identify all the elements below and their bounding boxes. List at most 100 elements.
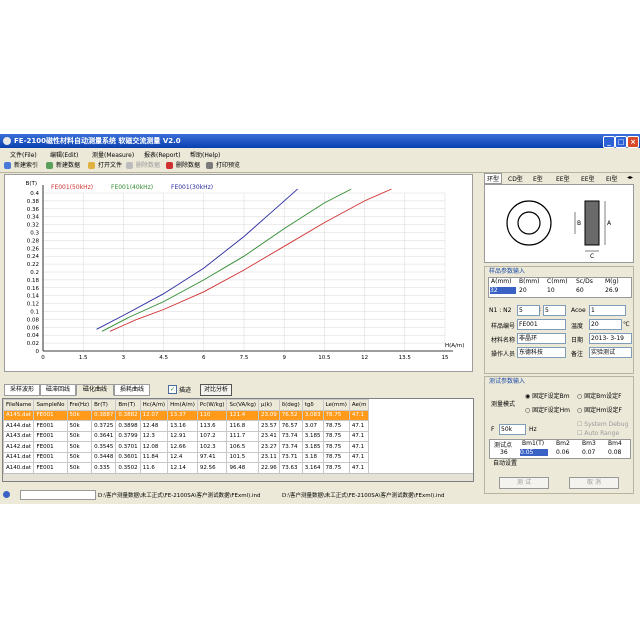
- table-row[interactable]: A144.dat FE001 50k 0.3725 0.3898 12.48 13.16 11…: [3, 420, 370, 432]
- tab-ring[interactable]: 环型: [484, 173, 503, 184]
- minimize-button[interactable]: _: [603, 136, 615, 148]
- dim-value-b[interactable]: 20: [519, 287, 527, 294]
- tab-magnetization-curve[interactable]: 磁化曲线: [76, 384, 114, 396]
- column-header[interactable]: Br(T): [91, 399, 117, 411]
- temp-input[interactable]: 20: [589, 319, 622, 330]
- column-header[interactable]: Hm(A/m): [167, 399, 198, 411]
- table-row[interactable]: A140.dat FE001 50k 0.335 0.3502 11.6 12.14 92.5…: [3, 462, 370, 474]
- cancel-button[interactable]: 取 消: [569, 477, 619, 489]
- mode-radio-hmf[interactable]: ○ 固定Hm设定F: [577, 405, 622, 414]
- table-cell: 47.1: [348, 420, 370, 432]
- bm4-value[interactable]: 0.08: [608, 449, 621, 456]
- tab-ee-2[interactable]: EE型: [581, 174, 595, 183]
- app-window: FE-2100磁性材料自动测量系统 软磁交流测量 V2.0 _ □ × 文件(F…: [0, 134, 640, 504]
- table-cell: 23.11: [257, 451, 280, 463]
- tab-cd[interactable]: CD型: [508, 174, 523, 183]
- dim-value-sc[interactable]: 60: [576, 287, 584, 294]
- acoe-input[interactable]: 1: [589, 305, 626, 316]
- table-cell: 0.3701: [115, 441, 141, 453]
- column-header[interactable]: Hc(A/m): [139, 399, 169, 411]
- menu-edit[interactable]: 编辑(Edit): [50, 150, 78, 159]
- dim-header-c: C(mm): [547, 278, 568, 285]
- dim-value-a[interactable]: 32: [490, 287, 516, 294]
- sample-params-title: 样品参数输入: [489, 268, 526, 275]
- compare-analysis-button[interactable]: 对比分析: [200, 384, 232, 396]
- bm3-header: Bm3: [582, 440, 596, 447]
- menu-help[interactable]: 帮助(Help): [190, 150, 220, 159]
- table-row[interactable]: A143.dat FE001 50k 0.3641 0.3799 12.3 12.91 107…: [3, 430, 370, 442]
- table-cell: 47.1: [348, 462, 370, 474]
- column-header[interactable]: SampleNo: [33, 399, 68, 411]
- tab-loss-curve[interactable]: 损耗曲线: [114, 384, 150, 396]
- table-cell: 76.52: [278, 409, 303, 421]
- column-header[interactable]: Le(mm): [322, 399, 350, 411]
- table-row[interactable]: A141.dat FE001 50k 0.3448 0.3601 11.84 12.4 97.…: [3, 451, 370, 463]
- bm2-value[interactable]: 0.06: [556, 449, 569, 456]
- open-file-label: 打开文件: [98, 162, 123, 169]
- menu-report[interactable]: 报表(Report): [144, 150, 181, 159]
- table-cell: A144.dat: [3, 420, 35, 432]
- maximize-button[interactable]: □: [615, 136, 627, 148]
- table-cell: 78.75: [322, 430, 350, 442]
- column-header[interactable]: μ(k): [257, 399, 280, 411]
- dim-value-m[interactable]: 26.9: [605, 287, 618, 294]
- tab-ee-1[interactable]: EE型: [556, 174, 570, 183]
- material-input[interactable]: 非晶环: [517, 333, 566, 344]
- mode-radio-fbm[interactable]: ◉ 固定F设定Bm: [525, 391, 570, 400]
- new-index-button[interactable]: 新建索引: [4, 161, 38, 171]
- table-cell: A141.dat: [3, 451, 35, 463]
- column-header[interactable]: Bm(T): [115, 399, 141, 411]
- trace-checkbox[interactable]: ✓: [168, 385, 177, 394]
- column-header[interactable]: Sc(VA/kg): [226, 399, 259, 411]
- sample-no-input[interactable]: FE001: [517, 319, 566, 330]
- test-button[interactable]: 测 试: [499, 477, 549, 489]
- table-row[interactable]: A145.dat FE001 50k 0.3887 0.3882 12.07 13.37 11…: [3, 409, 370, 421]
- auto-set-label: 自动设置: [493, 460, 518, 467]
- table-cell: 0.3725: [91, 420, 117, 432]
- menu-measure[interactable]: 测量(Measure): [92, 150, 134, 159]
- table-cell: 0.3502: [115, 462, 141, 474]
- column-header[interactable]: tgδ: [301, 399, 324, 411]
- freq-input[interactable]: 50k: [499, 424, 526, 435]
- bm3-value[interactable]: 0.07: [582, 449, 595, 456]
- print-preview-button[interactable]: 打印预览: [206, 161, 240, 171]
- system-debug-checkbox[interactable]: ☐ System Debug: [577, 421, 628, 428]
- bm1-value[interactable]: 0.05: [520, 449, 548, 456]
- tab-e[interactable]: E型: [533, 174, 543, 183]
- tab-scroll-arrows[interactable]: ◂▸: [627, 174, 633, 181]
- column-header[interactable]: Pc(W/kg): [196, 399, 228, 411]
- n-separator: :: [539, 306, 542, 313]
- delete-data-label-1: 删除数据: [136, 162, 161, 169]
- status-path-1: D:\客户测量数据\未工正式\FE-2100SA\客户测试数据\FExml).i…: [98, 493, 261, 499]
- dim-value-c[interactable]: 10: [547, 287, 555, 294]
- n1-input[interactable]: 5: [517, 305, 540, 316]
- column-header[interactable]: Fre(Hz): [66, 399, 93, 411]
- n2-input[interactable]: 5: [543, 305, 566, 316]
- tab-sampling-waveform[interactable]: 采样波形: [4, 384, 40, 396]
- bm1-header: Bm1(T): [522, 440, 545, 447]
- dimension-grid: A(mm) B(mm) C(mm) Sc/Ds M(g) 32 20 10 60…: [488, 277, 632, 298]
- operator-input[interactable]: 东德科技: [517, 347, 566, 358]
- tab-ei[interactable]: EI型: [606, 174, 618, 183]
- x-tick-label: 3: [122, 355, 126, 361]
- table-cell: A145.dat: [3, 409, 35, 421]
- mode-radio-fhm[interactable]: ○ 固定F设定Hm: [525, 405, 570, 414]
- column-header[interactable]: Ae(m: [348, 399, 370, 411]
- delete-data-button-disabled[interactable]: 删除数据: [126, 161, 160, 171]
- new-data-button[interactable]: 新建数据: [46, 161, 80, 171]
- menu-file[interactable]: 文件(File): [10, 150, 37, 159]
- table-row[interactable]: A142.dat FE001 50k 0.3545 0.3701 12.08 12.66 10…: [3, 441, 370, 453]
- close-button[interactable]: ×: [627, 136, 639, 148]
- date-picker[interactable]: 2013- 3-19: [589, 333, 632, 344]
- mode-radio-bmf[interactable]: ○ 固定Bm设定F: [577, 391, 622, 400]
- column-header[interactable]: δ(deg): [278, 399, 303, 411]
- note-input[interactable]: 实验测试: [589, 347, 632, 358]
- open-file-button[interactable]: 打开文件: [88, 161, 122, 171]
- delete-data-button[interactable]: 删除数据: [166, 161, 200, 171]
- horizontal-scrollbar[interactable]: [3, 473, 473, 481]
- column-header[interactable]: FileName: [3, 399, 35, 411]
- auto-range-checkbox[interactable]: ☐ Auto Range: [577, 430, 619, 437]
- table-cell: 3.164: [301, 462, 324, 474]
- points-value[interactable]: 36: [500, 449, 508, 456]
- tab-hysteresis-loop[interactable]: 磁滞回线: [40, 384, 76, 396]
